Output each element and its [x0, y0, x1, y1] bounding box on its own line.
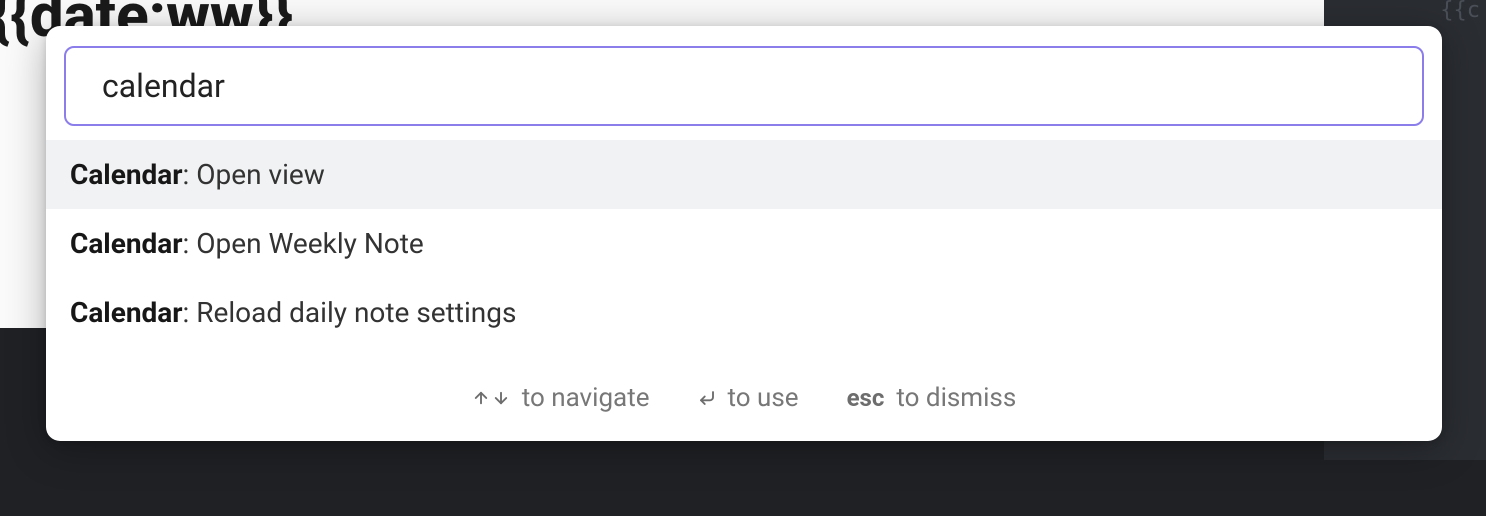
command-result-item[interactable]: Calendar: Open view [46, 140, 1442, 209]
command-result-item[interactable]: Calendar: Open Weekly Note [46, 209, 1442, 278]
search-wrap [46, 46, 1442, 140]
result-rest: : Open Weekly Note [183, 227, 424, 260]
command-hints: to navigate to use esc to dismiss [46, 347, 1442, 413]
result-rest: : Reload daily note settings [183, 296, 517, 329]
hint-navigate: to navigate [472, 383, 650, 413]
hint-dismiss-label: to dismiss [896, 383, 1016, 413]
hint-use: to use [698, 383, 799, 413]
command-palette: Calendar: Open view Calendar: Open Weekl… [46, 26, 1442, 441]
hint-dismiss: esc to dismiss [847, 383, 1017, 413]
result-rest: : Open view [183, 158, 325, 191]
command-result-item[interactable]: Calendar: Reload daily note settings [46, 278, 1442, 347]
result-prefix: Calendar [70, 227, 183, 260]
command-search-input[interactable] [64, 46, 1424, 126]
enter-icon [698, 389, 716, 407]
corner-text-fragment: {{c [1440, 0, 1480, 23]
result-prefix: Calendar [70, 158, 183, 191]
arrow-up-down-icon [472, 389, 510, 407]
esc-key-label: esc [847, 384, 885, 412]
hint-use-label: to use [728, 383, 799, 413]
command-results-list: Calendar: Open view Calendar: Open Weekl… [46, 140, 1442, 347]
result-prefix: Calendar [70, 296, 183, 329]
hint-navigate-label: to navigate [522, 383, 650, 413]
